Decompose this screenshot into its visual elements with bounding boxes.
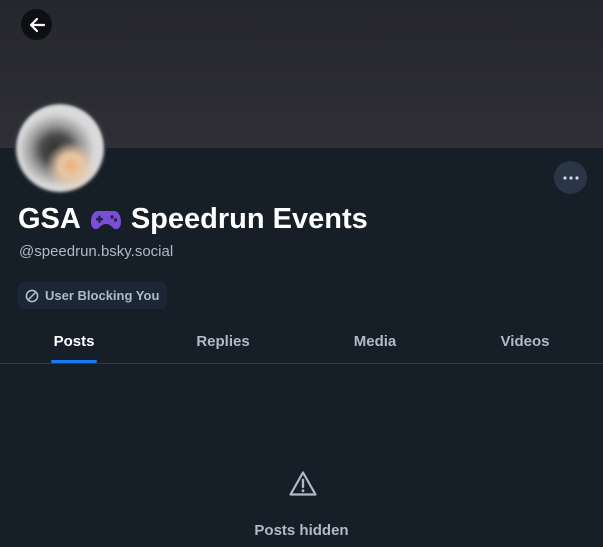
tab-replies[interactable]: Replies xyxy=(196,320,249,363)
arrow-left-icon xyxy=(29,17,45,32)
profile-tabs: Posts Replies Media Videos xyxy=(0,320,603,364)
display-name-suffix: Speedrun Events xyxy=(130,203,368,235)
ellipsis-icon xyxy=(562,175,579,180)
tab-media[interactable]: Media xyxy=(354,320,397,363)
profile-handle: @speedrun.bsky.social xyxy=(19,243,174,260)
warning-icon xyxy=(289,471,317,496)
avatar-image xyxy=(16,104,104,192)
back-button[interactable] xyxy=(21,9,52,40)
game-controller-icon xyxy=(90,208,122,232)
blocking-status-badge[interactable]: User Blocking You xyxy=(18,282,168,309)
blocking-status-label: User Blocking You xyxy=(45,288,160,303)
tab-posts[interactable]: Posts xyxy=(54,320,95,363)
display-name-prefix: GSA xyxy=(18,203,81,235)
profile-display-name: GSA Speedrun Events xyxy=(18,203,368,236)
avatar[interactable] xyxy=(14,102,106,194)
more-options-button[interactable] xyxy=(554,161,587,194)
blocked-icon xyxy=(25,289,39,302)
tab-videos[interactable]: Videos xyxy=(501,320,550,363)
posts-hidden-label: Posts hidden xyxy=(254,522,349,539)
active-tab-indicator xyxy=(51,360,97,363)
